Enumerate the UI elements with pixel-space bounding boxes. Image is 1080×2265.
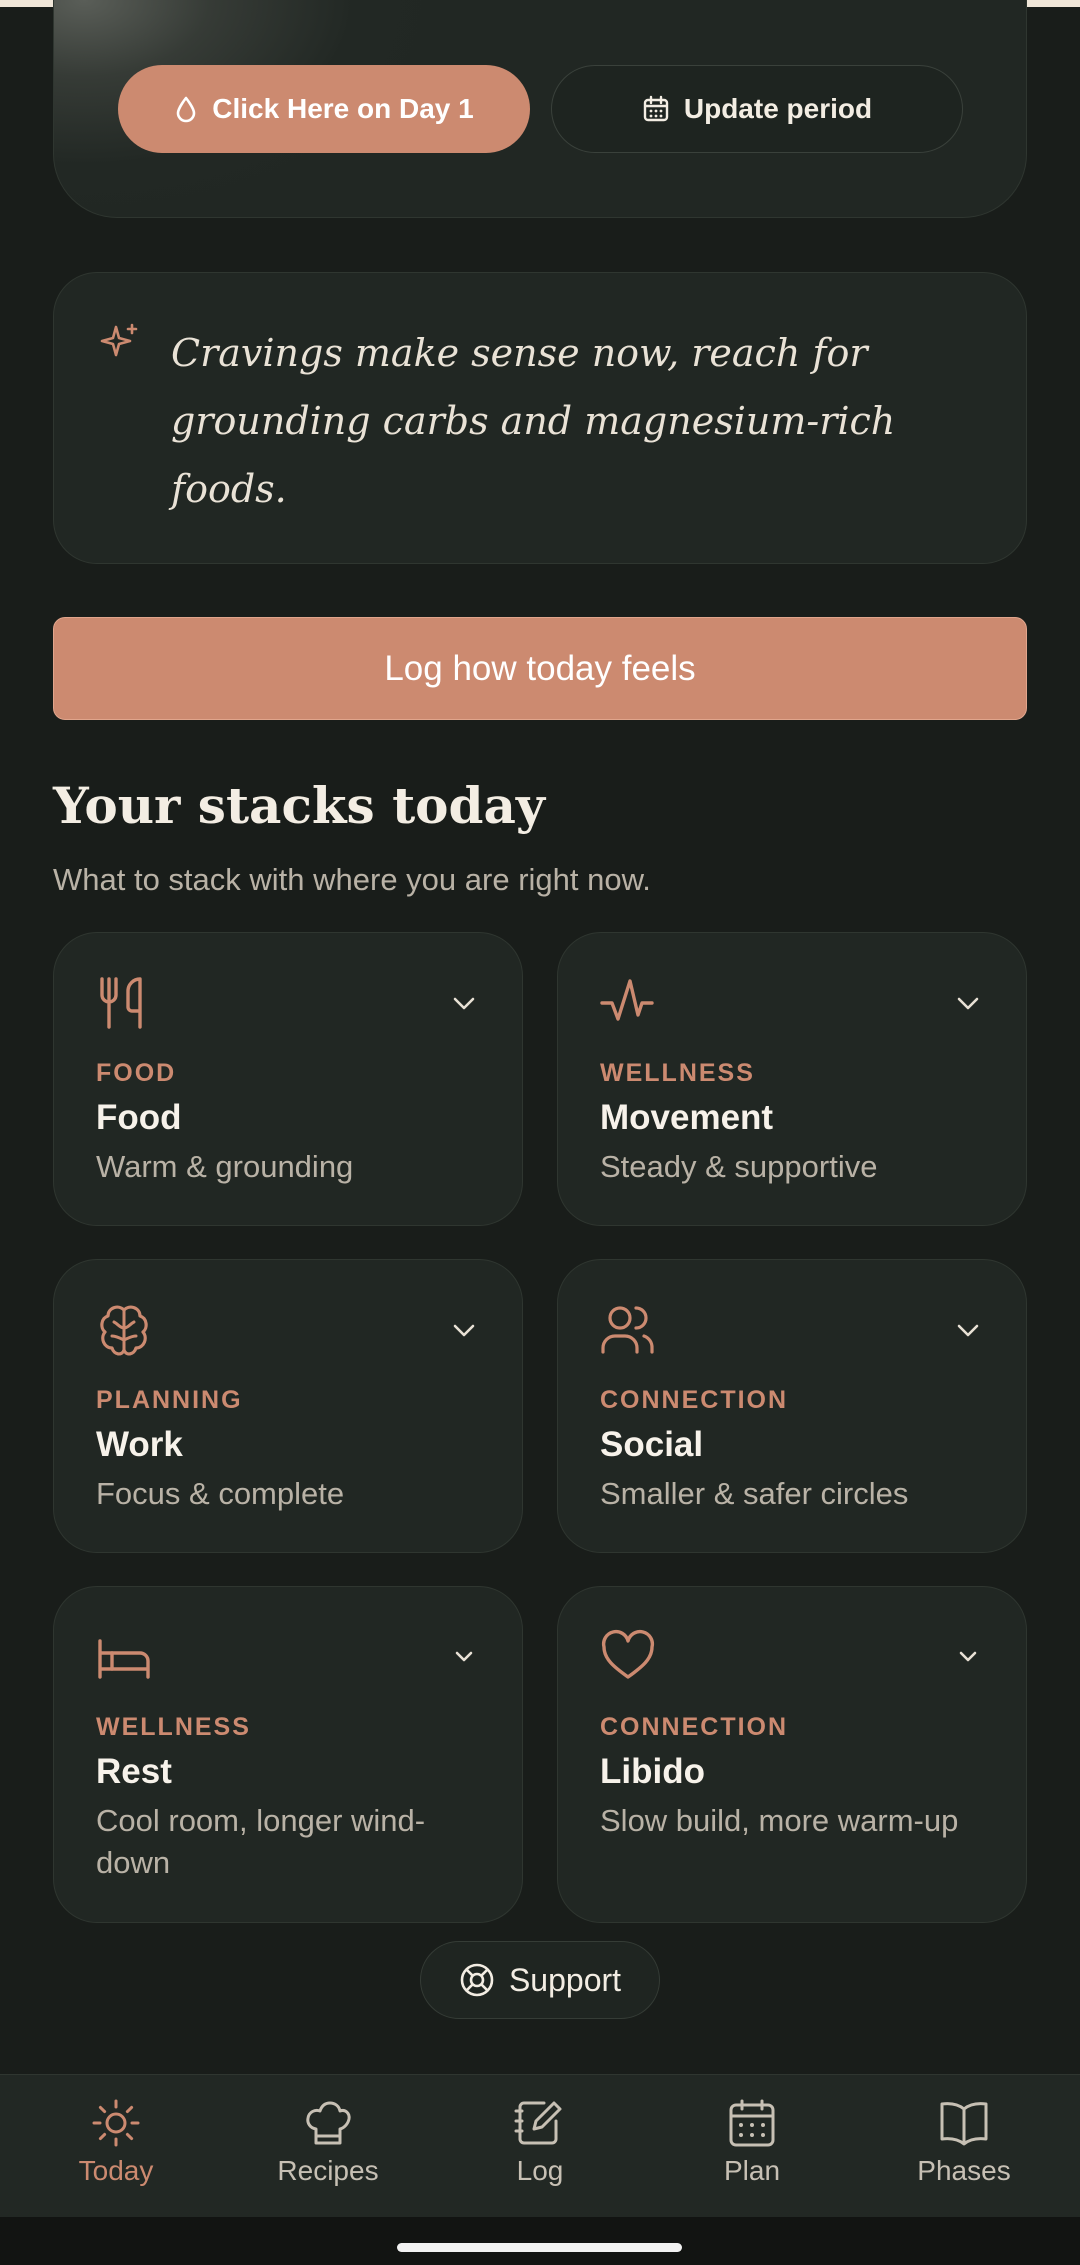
support-label: Support (508, 1961, 622, 1998)
chevron-down-icon[interactable] (954, 1643, 982, 1671)
insight-text: Cravings make sense now, reach for groun… (171, 331, 896, 511)
stack-card-name: Movement (600, 1098, 774, 1137)
stack-card-category: WELLNESS (600, 1059, 755, 1087)
stack-card-name: Rest (96, 1752, 172, 1791)
chevron-down-icon[interactable] (450, 1643, 478, 1671)
calendar-icon (729, 2099, 775, 2147)
update-period-button-label: Update period (683, 93, 873, 124)
nav-label: Phases (917, 2155, 1011, 2186)
day-one-button[interactable]: Click Here on Day 1 (118, 65, 530, 153)
stack-card-desc: Cool room, longer wind-down (96, 1803, 426, 1880)
stack-card-category: PLANNING (96, 1386, 243, 1414)
utensils-icon (100, 977, 142, 1029)
bed-icon (98, 1639, 150, 1679)
nav-label: Today (78, 2155, 154, 2186)
chevron-down-icon[interactable] (450, 989, 478, 1017)
users-icon (601, 1306, 654, 1354)
book-open-icon (940, 2102, 988, 2146)
gesture-bar-area (0, 2217, 1080, 2265)
insight-card: Cravings make sense now, reach for groun… (53, 272, 1027, 564)
stack-card-category: WELLNESS (96, 1713, 251, 1741)
support-button[interactable]: Support (420, 1941, 660, 2019)
stack-card-social[interactable]: CONNECTION Social Smaller & safer circle… (557, 1259, 1027, 1553)
nav-label: Recipes (277, 2155, 379, 2186)
bottom-nav: Today Recipes Log Plan Phases (0, 2074, 1080, 2217)
heart-icon (601, 1629, 655, 1679)
stack-card-food[interactable]: FOOD Food Warm & grounding (53, 932, 523, 1226)
chevron-down-icon[interactable] (954, 989, 982, 1017)
stack-card-work[interactable]: PLANNING Work Focus & complete (53, 1259, 523, 1553)
nav-label: Plan (723, 2155, 781, 2186)
nav-item-plan[interactable]: Plan (672, 2097, 832, 2187)
calendar-icon (643, 95, 669, 122)
stack-card-name: Libido (600, 1752, 705, 1791)
stack-card-desc: Smaller & safer circles (600, 1476, 909, 1511)
stacks-title: Your stacks today (53, 776, 545, 835)
drop-icon (176, 96, 196, 123)
life-buoy-icon (460, 1963, 494, 1997)
stack-card-category: FOOD (96, 1059, 177, 1087)
sparkle-icon (100, 323, 138, 357)
stack-card-desc: Warm & grounding (96, 1149, 354, 1184)
update-period-button[interactable]: Update period (551, 65, 963, 153)
stack-card-name: Food (96, 1098, 182, 1137)
nav-item-log[interactable]: Log (460, 2097, 620, 2187)
stack-card-desc: Steady & supportive (600, 1149, 878, 1184)
stack-card-name: Work (96, 1425, 183, 1464)
stack-card-movement[interactable]: WELLNESS Movement Steady & supportive (557, 932, 1027, 1226)
nav-item-recipes[interactable]: Recipes (248, 2097, 408, 2187)
log-today-button[interactable]: Log how today feels (53, 617, 1027, 720)
chevron-down-icon[interactable] (450, 1316, 478, 1344)
sun-icon (92, 2099, 140, 2147)
nav-label: Log (516, 2155, 564, 2186)
stack-card-desc: Focus & complete (96, 1476, 345, 1511)
stack-card-category: CONNECTION (600, 1713, 789, 1741)
stacks-subtitle: What to stack with where you are right n… (53, 862, 651, 897)
notebook-pen-icon (514, 2101, 562, 2145)
chevron-down-icon[interactable] (954, 1316, 982, 1344)
day-one-button-label: Click Here on Day 1 (212, 93, 474, 124)
stack-card-rest[interactable]: WELLNESS Rest Cool room, longer wind-dow… (53, 1586, 523, 1923)
home-indicator[interactable] (397, 2243, 682, 2252)
brain-icon (100, 1305, 148, 1356)
activity-icon (600, 979, 654, 1021)
stack-card-desc: Slow build, more warm-up (600, 1803, 959, 1838)
nav-item-phases[interactable]: Phases (884, 2097, 1044, 2187)
chef-hat-icon (306, 2101, 351, 2145)
stack-card-libido[interactable]: CONNECTION Libido Slow build, more warm-… (557, 1586, 1027, 1923)
nav-item-today[interactable]: Today (36, 2097, 196, 2187)
stack-card-name: Social (600, 1425, 704, 1464)
stack-card-category: CONNECTION (600, 1386, 789, 1414)
